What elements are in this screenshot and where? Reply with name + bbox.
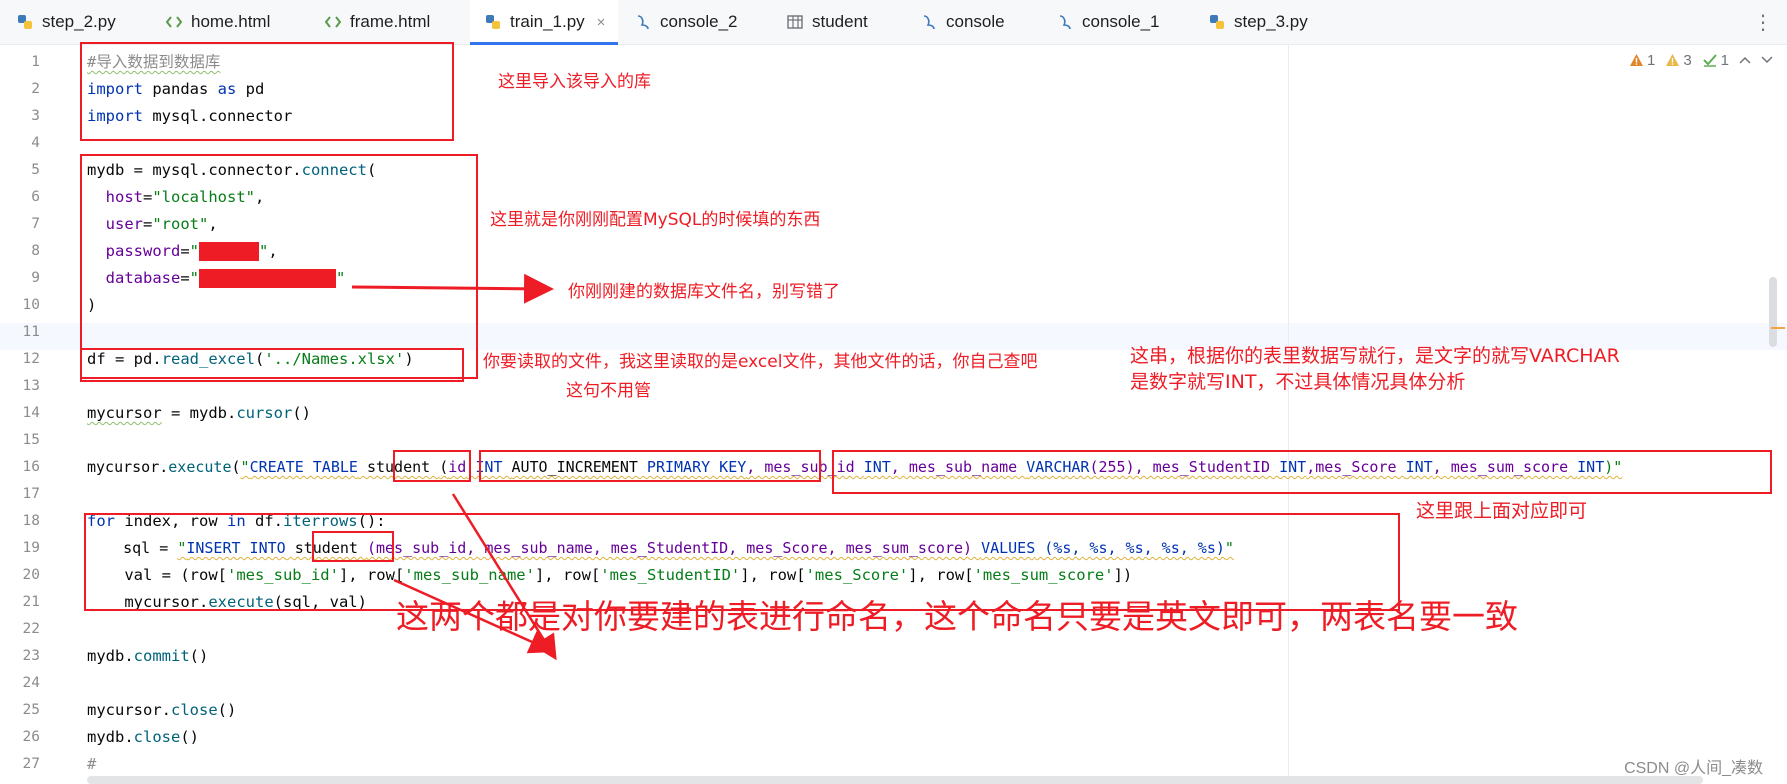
arrow-table-name-1 bbox=[451, 493, 557, 661]
arrow-dbname bbox=[351, 273, 554, 304]
annotation-arrows bbox=[351, 273, 557, 661]
arrow-table-name-2 bbox=[393, 578, 555, 654]
